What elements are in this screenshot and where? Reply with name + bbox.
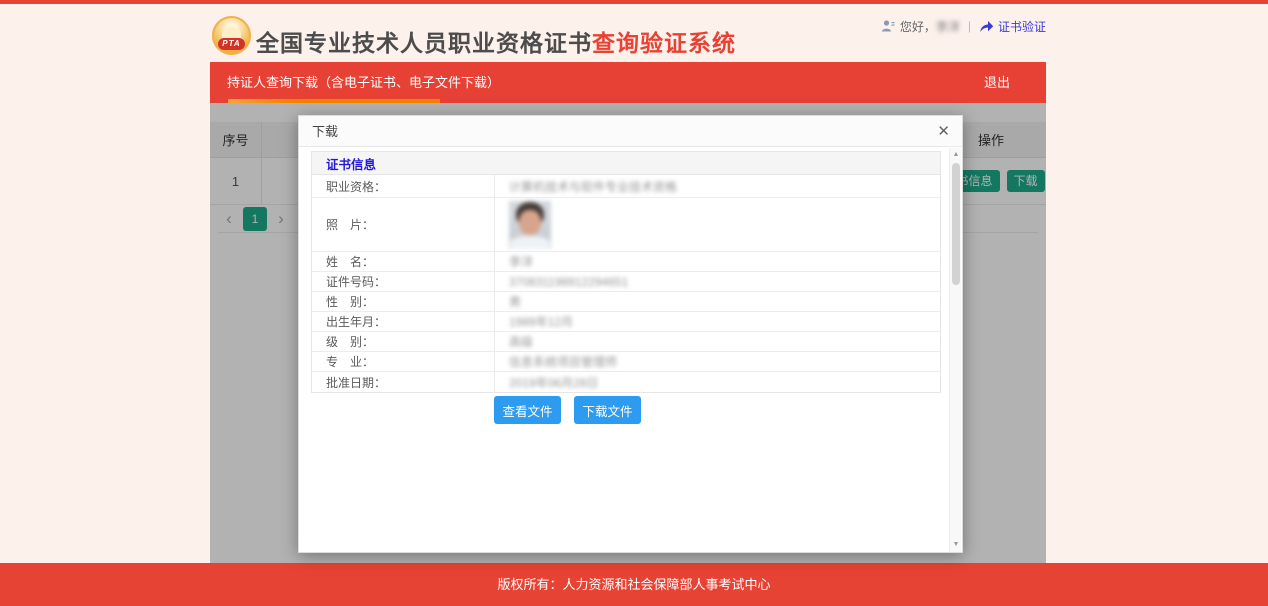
download-modal: 下载 ✕ 证书信息 职业资格： 计算机技术与软件专业技术资格 照 片： (298, 115, 963, 553)
section-header-cert-info: 证书信息 (312, 152, 940, 175)
row-gender: 性 别： 男 (312, 292, 940, 312)
row-photo: 照 片： (312, 198, 940, 252)
row-value: 信息系统项目管理师 (495, 352, 940, 371)
row-qualification: 职业资格： 计算机技术与软件专业技术资格 (312, 175, 940, 198)
row-value: 高级 (495, 332, 940, 351)
row-value: 370831198912294651 (495, 272, 940, 291)
row-name: 姓 名： 李洋 (312, 252, 940, 272)
greeting-text: 您好， (900, 18, 936, 35)
page-title: 全国专业技术人员职业资格证书查询验证系统 (256, 24, 736, 58)
share-arrow-icon (979, 20, 994, 33)
modal-header: 下载 ✕ (299, 116, 962, 147)
logo-badge: PTA (218, 38, 245, 50)
modal-scrollbar[interactable]: ▲ ▼ (949, 148, 961, 552)
photo-face-shape (519, 210, 541, 235)
logo-petal-shape (222, 22, 241, 38)
view-file-button[interactable]: 查看文件 (494, 396, 561, 424)
row-label: 批准日期： (312, 372, 495, 392)
row-label: 照 片： (312, 198, 495, 251)
portrait-photo (509, 201, 551, 249)
row-value: 2019年06月28日 (495, 372, 940, 392)
certificate-info-table: 证书信息 职业资格： 计算机技术与软件专业技术资格 照 片： 姓 名： 李洋 (311, 151, 941, 393)
navbar: 持证人查询下载（含电子证书、电子文件下载） 退出 (210, 62, 1046, 103)
scroll-down-icon[interactable]: ▼ (950, 539, 962, 551)
page: PTA 全国专业技术人员职业资格证书查询验证系统 您好，李洋 | 证书验证 持证… (0, 0, 1268, 606)
row-label: 职业资格： (312, 175, 495, 197)
row-value: 1989年12月 (495, 312, 940, 331)
title-main: 全国专业技术人员职业资格证书 (256, 30, 592, 56)
row-label: 姓 名： (312, 252, 495, 271)
row-label: 证件号码： (312, 272, 495, 291)
pta-logo: PTA (212, 16, 251, 55)
row-birth-date: 出生年月： 1989年12月 (312, 312, 940, 332)
photo-shirt-shape (510, 236, 550, 249)
row-value: 李洋 (495, 252, 940, 271)
logout-button[interactable]: 退出 (984, 62, 1010, 103)
row-value: 男 (495, 292, 940, 311)
footer: 版权所有：人力资源和社会保障部人事考试中心 (0, 563, 1268, 606)
row-label: 出生年月： (312, 312, 495, 331)
row-approval-date: 批准日期： 2019年06月28日 (312, 372, 940, 392)
close-icon[interactable]: ✕ (937, 116, 950, 147)
user-bar: 您好，李洋 | 证书验证 (881, 17, 1046, 35)
row-label: 性 别： (312, 292, 495, 311)
row-value: 计算机技术与软件专业技术资格 (495, 175, 940, 197)
scroll-up-icon[interactable]: ▲ (950, 149, 962, 161)
modal-buttons: 查看文件 下载文件 (311, 396, 941, 424)
user-icon (881, 19, 895, 33)
row-major: 专 业： 信息系统项目管理师 (312, 352, 940, 372)
tab-holder-query-download[interactable]: 持证人查询下载（含电子证书、电子文件下载） (227, 62, 500, 103)
copyright-text: 版权所有：人力资源和社会保障部人事考试中心 (0, 563, 1268, 606)
cert-verify-link[interactable]: 证书验证 (998, 18, 1046, 35)
user-name: 李洋 (936, 18, 960, 35)
title-accent: 查询验证系统 (592, 30, 736, 56)
row-value (495, 198, 940, 251)
download-file-button[interactable]: 下载文件 (574, 396, 641, 424)
row-id-number: 证件号码： 370831198912294651 (312, 272, 940, 292)
row-label: 级 别： (312, 332, 495, 351)
separator: | (968, 19, 971, 33)
scrollbar-thumb[interactable] (952, 163, 960, 285)
row-label: 专 业： (312, 352, 495, 371)
row-level: 级 别： 高级 (312, 332, 940, 352)
site-header: PTA 全国专业技术人员职业资格证书查询验证系统 您好，李洋 | 证书验证 (0, 4, 1268, 62)
modal-title: 下载 (312, 116, 338, 147)
